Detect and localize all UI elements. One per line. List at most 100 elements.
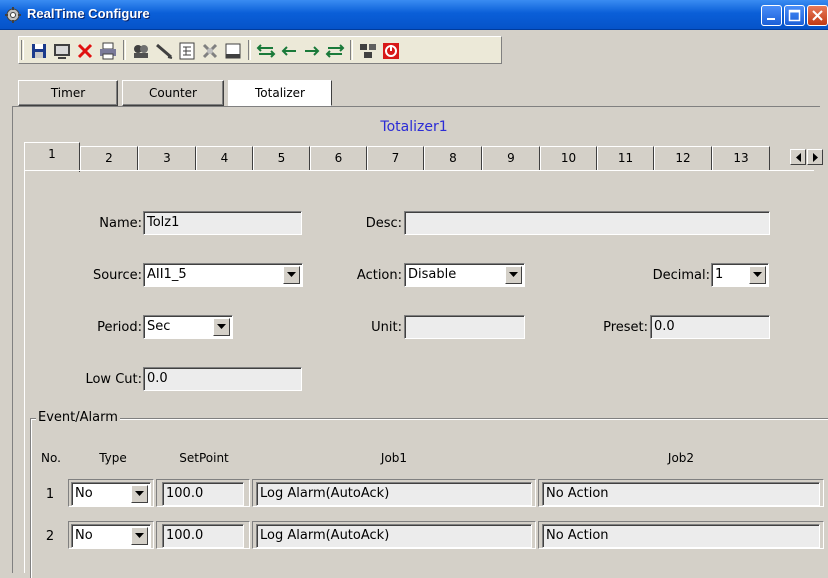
desc-field[interactable] <box>404 211 770 235</box>
toolbar-separator <box>123 40 126 60</box>
event-alarm-title: Event/Alarm <box>36 410 120 425</box>
window-icon[interactable] <box>223 41 243 61</box>
title-bar: RealTime Configure <box>0 0 828 30</box>
type-value: No <box>75 486 93 501</box>
dropdown-button[interactable] <box>749 266 766 284</box>
tab-4[interactable]: 4 <box>196 146 253 170</box>
tab-9[interactable]: 9 <box>482 146 540 170</box>
dropdown-button[interactable] <box>213 318 230 336</box>
chevron-down-icon <box>509 272 518 277</box>
chevron-down-icon <box>217 324 226 329</box>
stop-icon[interactable] <box>381 41 401 61</box>
floppy-icon[interactable] <box>29 41 49 61</box>
unit-label: Unit: <box>371 320 402 335</box>
arrow-left-icon <box>796 153 801 162</box>
red-x-icon[interactable] <box>75 41 95 61</box>
preset-field[interactable]: 0.0 <box>650 315 770 339</box>
window-title: RealTime Configure <box>27 6 150 21</box>
dropdown-button[interactable] <box>505 266 522 284</box>
minimize-button[interactable] <box>761 5 782 26</box>
tab-11[interactable]: 11 <box>597 146 654 170</box>
tab-totalizer[interactable]: Totalizer <box>228 80 332 106</box>
action-value: Disable <box>408 267 457 282</box>
gear-app-icon <box>5 7 21 23</box>
pencil-icon[interactable] <box>154 41 174 61</box>
chevron-down-icon <box>135 491 144 496</box>
dropdown-button[interactable] <box>283 266 300 284</box>
toolbar-separator <box>248 40 251 60</box>
arrows-leftright-icon[interactable] <box>325 41 345 61</box>
column-header-type: Type <box>99 451 127 465</box>
page-title: Totalizer1 <box>380 119 448 135</box>
type-value: No <box>75 528 93 543</box>
period-value: Sec <box>147 319 171 334</box>
chevron-down-icon <box>135 533 144 538</box>
type-select[interactable]: No <box>71 524 151 548</box>
tab-scroll-right-button[interactable] <box>807 149 823 165</box>
action-select[interactable]: Disable <box>404 263 525 287</box>
tab-13[interactable]: 13 <box>712 146 770 170</box>
tab-6[interactable]: 6 <box>310 146 367 170</box>
job1-field[interactable]: Log Alarm(AutoAck) <box>256 482 532 506</box>
tab-counter[interactable]: Counter <box>122 80 224 106</box>
arrow-left-icon[interactable] <box>279 41 299 61</box>
tab-5[interactable]: 5 <box>253 146 310 170</box>
row-number: 1 <box>45 487 55 502</box>
close-icon <box>812 10 823 21</box>
tab-2[interactable]: 2 <box>80 146 138 170</box>
action-label: Action: <box>356 268 402 283</box>
toolbar-separator <box>350 40 353 60</box>
unit-field[interactable] <box>404 315 525 339</box>
printer-icon[interactable] <box>98 41 118 61</box>
row-number: 2 <box>45 529 55 544</box>
name-field[interactable]: Tolz1 <box>143 211 302 235</box>
column-header-setpoint: SetPoint <box>179 451 229 465</box>
close-button[interactable] <box>807 5 828 26</box>
maximize-button[interactable] <box>784 5 805 26</box>
network-icon[interactable] <box>358 41 378 61</box>
tab-scroll-left-button[interactable] <box>790 149 806 165</box>
chevron-down-icon <box>287 272 296 277</box>
job2-field[interactable]: No Action <box>542 482 820 506</box>
tab-3[interactable]: 3 <box>138 146 196 170</box>
column-header-job1: Job1 <box>380 451 408 465</box>
toolbar <box>18 36 502 64</box>
type-select[interactable]: No <box>71 482 151 506</box>
toolbar-row <box>0 32 828 80</box>
column-header-no: No. <box>41 451 61 465</box>
tab-7[interactable]: 7 <box>367 146 424 170</box>
toolbar-grip[interactable] <box>21 40 24 60</box>
setpoint-field[interactable]: 100.0 <box>162 482 244 506</box>
arrow-right-icon <box>813 153 818 162</box>
decimal-value: 1 <box>715 267 724 282</box>
period-label: Period: <box>97 320 142 335</box>
source-label: Source: <box>92 268 142 283</box>
tag-group-icon[interactable] <box>131 41 151 61</box>
decimal-select[interactable]: 1 <box>711 263 769 287</box>
job1-field[interactable]: Log Alarm(AutoAck) <box>256 524 532 548</box>
dropdown-button[interactable] <box>131 527 148 545</box>
tools-icon[interactable] <box>200 41 220 61</box>
source-value: AII1_5 <box>147 267 187 282</box>
calculator-icon[interactable] <box>177 41 197 61</box>
column-header-job2: Job2 <box>667 451 695 465</box>
tab-timer[interactable]: Timer <box>18 80 118 106</box>
tab-8[interactable]: 8 <box>424 146 482 170</box>
chevron-down-icon <box>753 272 762 277</box>
tab-10[interactable]: 10 <box>540 146 597 170</box>
monitor-icon[interactable] <box>52 41 72 61</box>
lowcut-field[interactable]: 0.0 <box>143 367 302 391</box>
maximize-icon <box>788 9 801 22</box>
source-select[interactable]: AII1_5 <box>143 263 303 287</box>
tab-12[interactable]: 12 <box>654 146 712 170</box>
arrow-right-icon[interactable] <box>302 41 322 61</box>
job2-field[interactable]: No Action <box>542 524 820 548</box>
decimal-label: Decimal: <box>652 268 710 283</box>
arrows-updown-icon[interactable] <box>256 41 276 61</box>
dropdown-button[interactable] <box>131 485 148 503</box>
setpoint-field[interactable]: 100.0 <box>162 524 244 548</box>
name-label: Name: <box>99 216 142 231</box>
lowcut-label: Low Cut: <box>85 372 142 387</box>
period-select[interactable]: Sec <box>143 315 233 339</box>
tab-1[interactable]: 1 <box>24 142 80 172</box>
